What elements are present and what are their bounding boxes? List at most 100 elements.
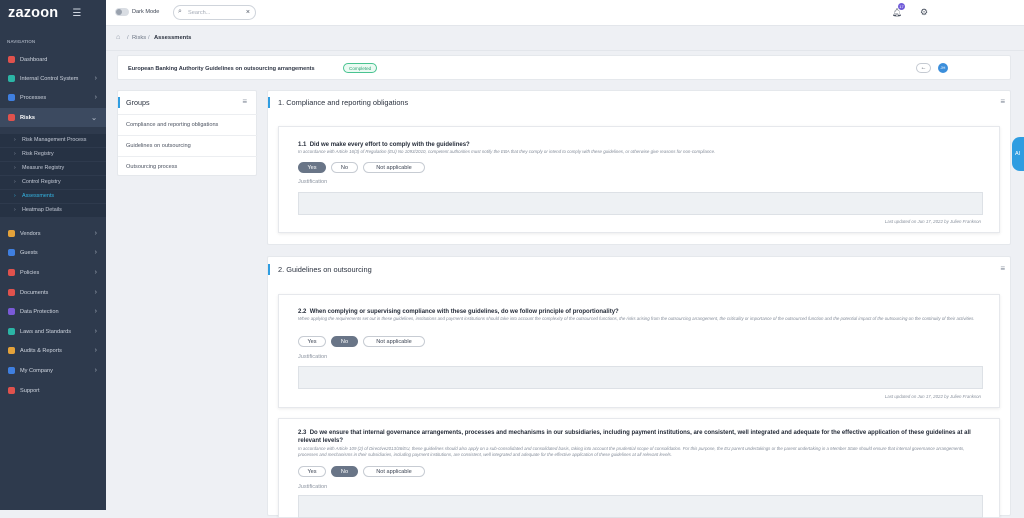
guests-icon (8, 249, 15, 256)
sidebar-item-label: Policies (20, 269, 40, 276)
back-button[interactable]: ← (916, 63, 931, 73)
sidebar-subitem-label: Measure Registry (22, 165, 65, 171)
question-title: 2.2 When complying or supervising compli… (298, 309, 619, 315)
justification-field[interactable] (298, 495, 983, 518)
control-icon (8, 75, 15, 82)
answer-na-button[interactable]: Not applicable (363, 336, 425, 347)
answer-no-button[interactable]: No (331, 466, 358, 477)
justification-field[interactable] (298, 366, 983, 389)
last-updated: Last updated on Jun 17, 2022 by Julien F… (884, 219, 981, 224)
sidebar-item-label: Processes (20, 94, 47, 101)
group-item-guidelines[interactable]: Guidelines on outsourcing (118, 135, 258, 156)
app-logo: zazoon (8, 5, 59, 21)
answer-no-button[interactable]: No (331, 336, 358, 347)
clear-search-icon[interactable]: × (246, 9, 250, 16)
sidebar-item-label: Vendors (20, 230, 41, 237)
sidebar-item-label: Documents (20, 289, 49, 296)
sidebar-item-label: Guests (20, 249, 38, 256)
chevron-right-icon: › (94, 328, 97, 335)
answer-no-button[interactable]: No (331, 162, 358, 173)
sidebar-item-label: Support (20, 387, 40, 394)
sidebar-item-label: My Company (20, 367, 53, 374)
dark-mode-toggle[interactable] (115, 8, 129, 16)
laws-icon (8, 328, 15, 335)
audits-icon (8, 347, 15, 354)
sidebar-subitem-label: Risk Management Process (22, 137, 87, 143)
sidebar-item-internal-control-system[interactable]: Internal Control System › (0, 69, 106, 88)
sidebar-item-data-protection[interactable]: Data Protection › (0, 302, 106, 321)
chevron-down-icon: ⌄ (91, 114, 97, 122)
sidebar-item-laws-and-standards[interactable]: Laws and Standards › (0, 322, 106, 341)
sidebar-subitem-label: Control Registry (22, 179, 61, 185)
chevron-right-icon: › (94, 367, 97, 374)
breadcrumb-sep: / (148, 35, 150, 41)
sidebar-item-risks[interactable]: Risks ⌄ (0, 108, 106, 127)
question-title: 2.3 Do we ensure that internal governanc… (298, 430, 971, 444)
sidebar-item-guests[interactable]: Guests › (0, 243, 106, 262)
chevron-right-icon: › (94, 230, 97, 237)
groups-heading: Groups (126, 98, 150, 107)
sidebar-subitem-label: Risk Registry (22, 151, 54, 157)
breadcrumb-current: Assessments (154, 35, 192, 41)
sidebar-subitem-heatmap-details[interactable]: › Heatmap Details (0, 204, 106, 217)
sidebar-subitem-control-registry[interactable]: › Control Registry (0, 176, 106, 189)
sidebar-item-processes[interactable]: Processes › (0, 88, 106, 107)
group-item-compliance[interactable]: Compliance and reporting obligations (118, 114, 258, 135)
sidebar-item-dashboard[interactable]: Dashboard (0, 50, 106, 69)
last-updated: Last updated on Jun 17, 2022 by Julien F… (884, 394, 981, 399)
section-title: 2. Guidelines on outsourcing (278, 265, 372, 274)
sidebar-item-policies[interactable]: Policies › (0, 263, 106, 282)
section-menu-icon[interactable]: ≡ (1000, 264, 1005, 273)
chevron-right-icon: › (14, 179, 16, 185)
sidebar-subitem-risk-management-process[interactable]: › Risk Management Process (0, 134, 106, 147)
sidebar-item-support[interactable]: Support (0, 381, 106, 400)
sidebar-item-label: Laws and Standards (20, 328, 71, 335)
documents-icon (8, 289, 15, 296)
sidebar-item-label: Audits & Reports (20, 347, 62, 354)
question-description: In accordance with Article 109 (2) of Di… (298, 446, 965, 457)
menu-toggle-icon[interactable]: ☰ (72, 8, 81, 19)
policies-icon (8, 269, 15, 276)
chevron-right-icon: › (94, 94, 97, 101)
answer-na-button[interactable]: Not applicable (363, 466, 425, 477)
sidebar-item-label: Internal Control System (20, 75, 79, 82)
chevron-right-icon: › (14, 137, 16, 143)
sidebar-item-documents[interactable]: Documents › (0, 283, 106, 302)
answer-yes-button[interactable]: Yes (298, 162, 326, 173)
question-description: In accordance with Article 16(3) of Regu… (298, 149, 716, 154)
answer-yes-button[interactable]: Yes (298, 336, 326, 347)
sidebar-item-audits-reports[interactable]: Audits & Reports › (0, 341, 106, 360)
breadcrumb-risks[interactable]: Risks (132, 35, 146, 41)
section-compliance: 1. Compliance and reporting obligations … (267, 90, 1011, 245)
sidebar-subitem-measure-registry[interactable]: › Measure Registry (0, 162, 106, 175)
justification-field[interactable] (298, 192, 983, 215)
sidebar-item-my-company[interactable]: My Company › (0, 361, 106, 380)
chevron-right-icon: › (14, 207, 16, 213)
dark-mode-label: Dark Mode (132, 9, 160, 15)
section-menu-icon[interactable]: ≡ (1000, 97, 1005, 106)
answer-yes-button[interactable]: Yes (298, 466, 326, 477)
chevron-right-icon: › (14, 193, 16, 199)
avatar[interactable]: JH (938, 63, 948, 73)
groups-menu-icon[interactable]: ≡ (242, 97, 247, 106)
sidebar-subitem-assessments[interactable]: › Assessments (0, 190, 106, 203)
group-item-outsourcing[interactable]: Outsourcing process (118, 156, 258, 177)
question-title: 1.1 Did we make every effort to comply w… (298, 142, 470, 148)
justification-label: Justification (298, 354, 328, 360)
risk-icon (8, 114, 15, 121)
search-input[interactable]: ⌕ Search... × (173, 5, 256, 20)
question-card: 2.2 When complying or supervising compli… (278, 294, 1000, 408)
dashboard-icon (8, 56, 15, 63)
groups-panel: Groups ≡ Compliance and reporting obliga… (117, 90, 258, 177)
sidebar-item-label: Dashboard (20, 56, 48, 63)
sidebar-item-vendors[interactable]: Vendors › (0, 224, 106, 243)
process-icon (8, 94, 15, 101)
sidebar-subitem-risk-registry[interactable]: › Risk Registry (0, 148, 106, 161)
home-icon[interactable]: ⌂ (116, 34, 120, 41)
sidebar-subitem-label: Assessments (22, 193, 55, 199)
section-accent (268, 97, 270, 108)
answer-na-button[interactable]: Not applicable (363, 162, 425, 173)
ai-assistant-tab[interactable]: AI (1012, 137, 1024, 171)
chevron-right-icon: › (94, 308, 97, 315)
settings-gear-icon[interactable]: ⚙ (920, 7, 928, 18)
